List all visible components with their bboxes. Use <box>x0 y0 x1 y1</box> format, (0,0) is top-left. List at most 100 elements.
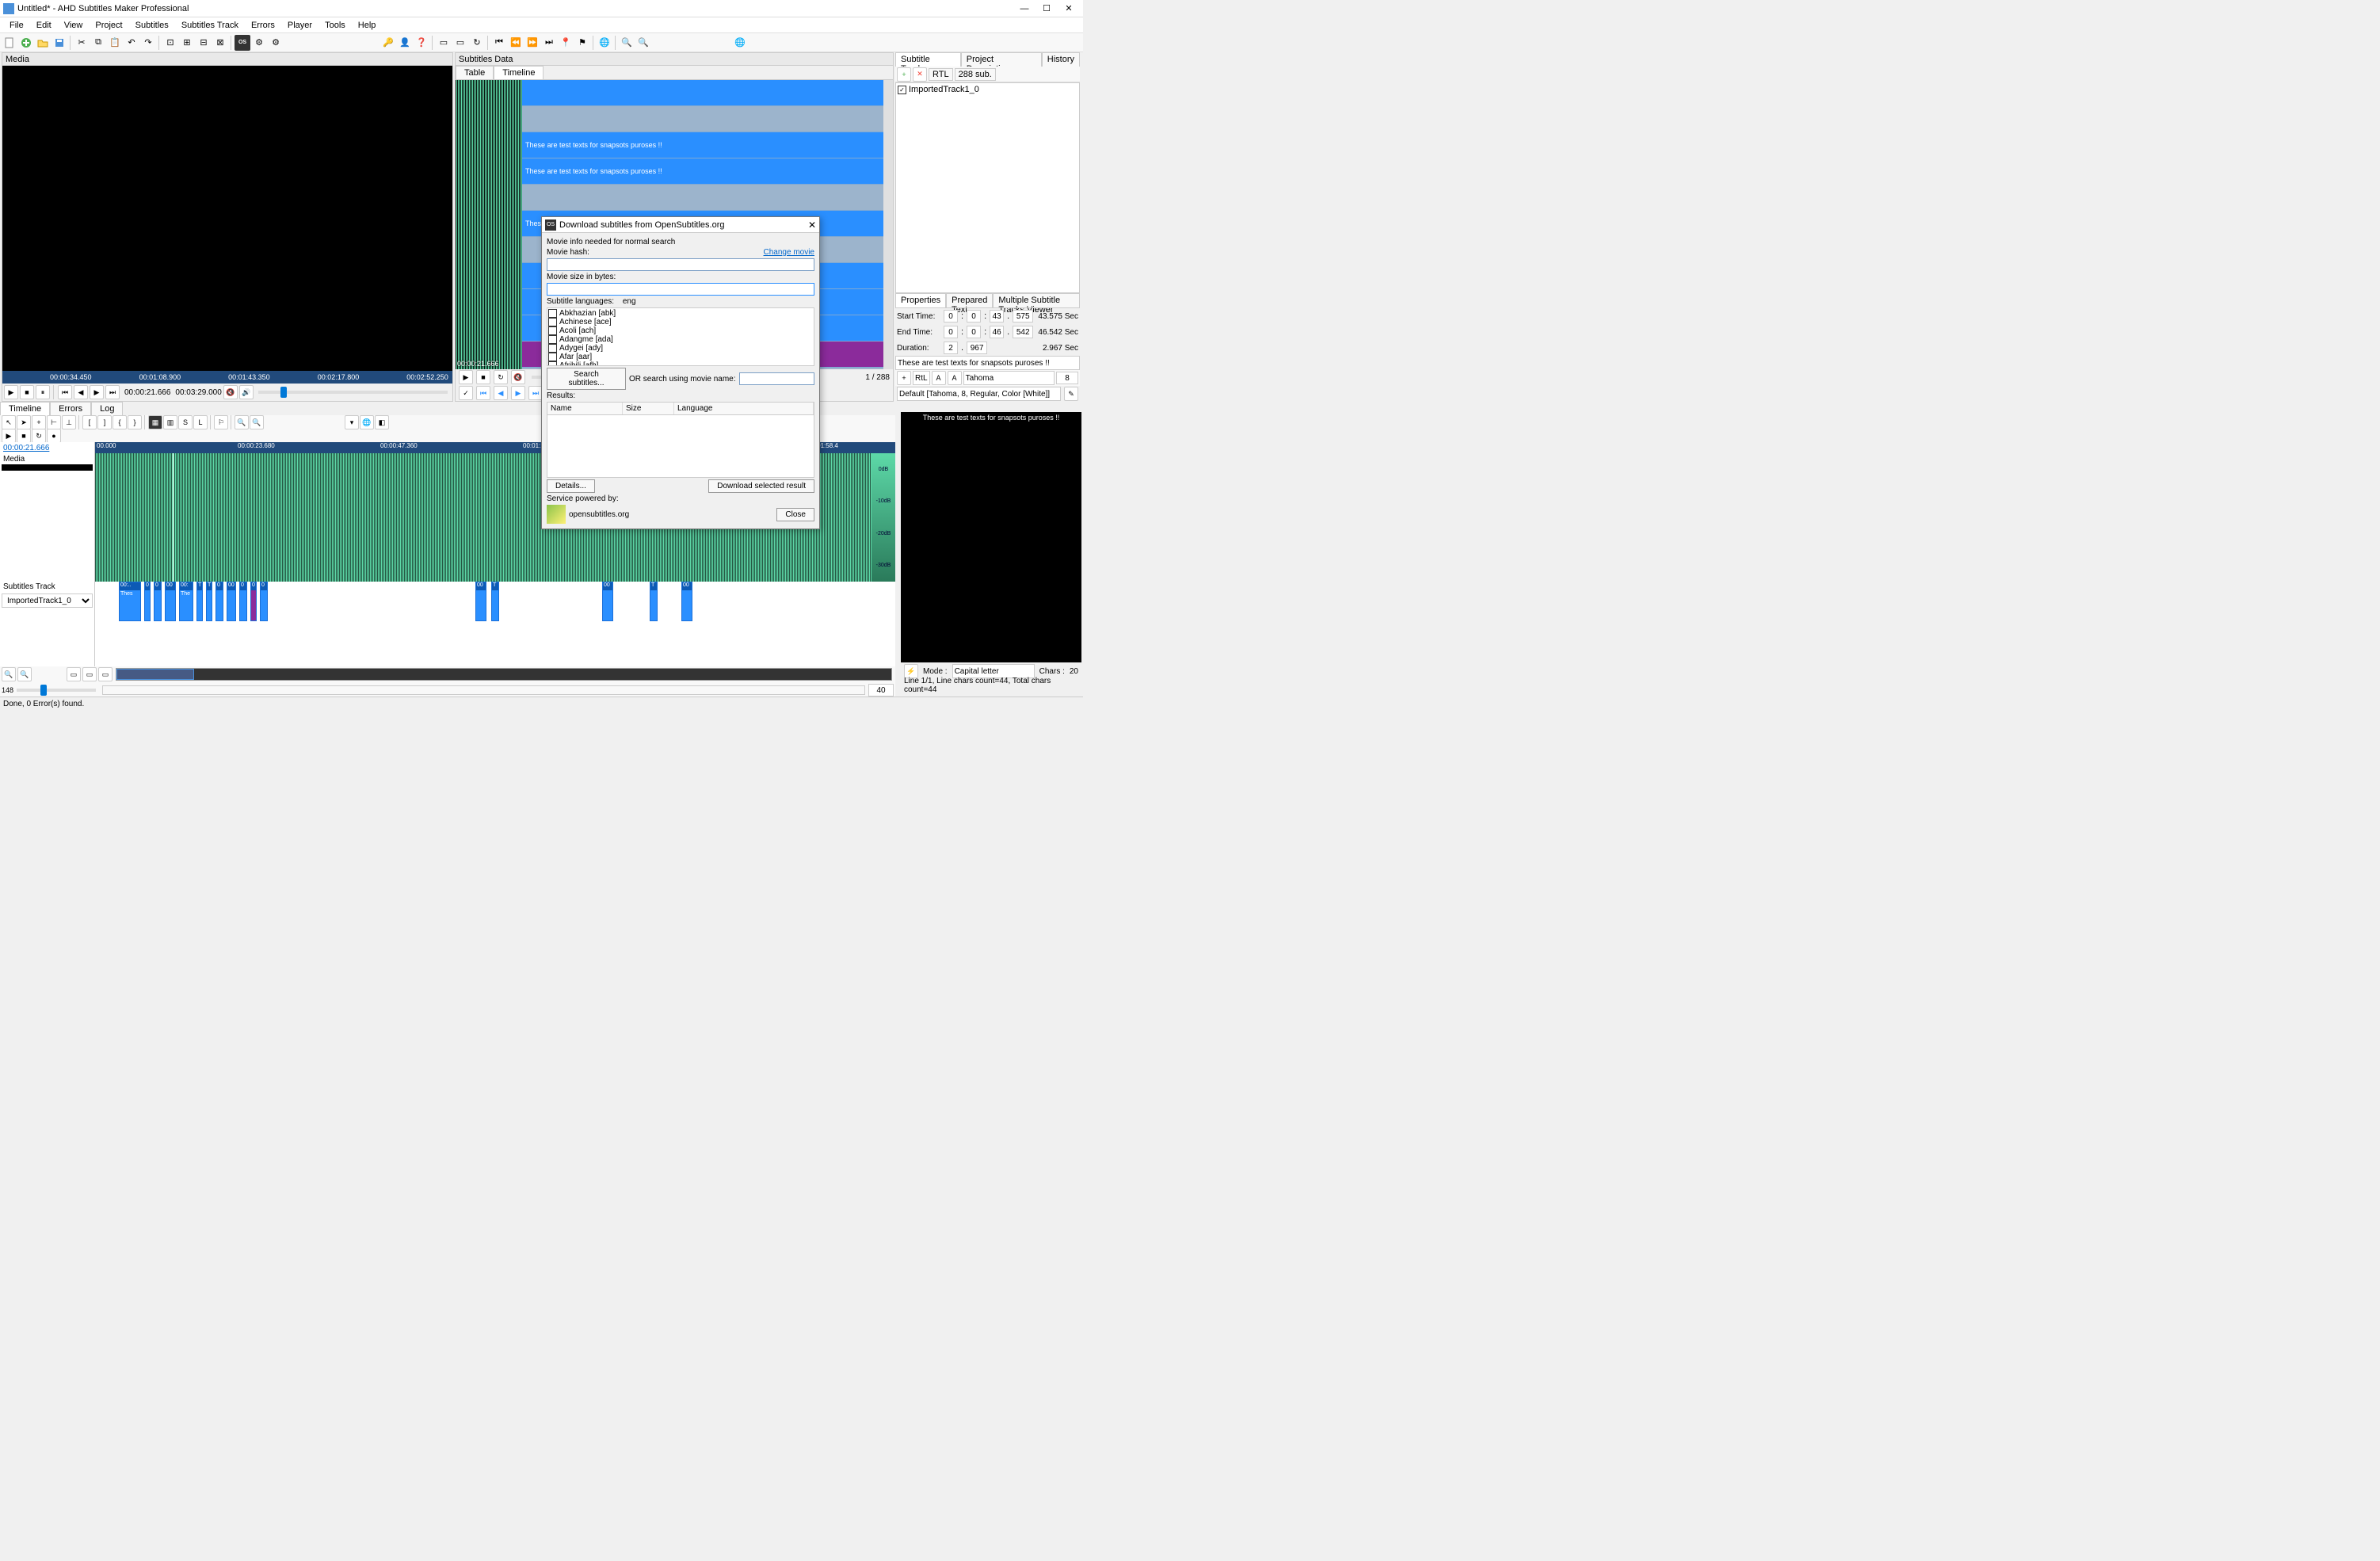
end-m[interactable] <box>967 326 981 338</box>
results-list[interactable]: Name Size Language <box>547 402 814 478</box>
tl-arrow-icon[interactable]: ➤ <box>17 415 31 429</box>
lang-checkbox[interactable] <box>548 326 557 335</box>
prev-icon[interactable]: ⏪ <box>508 35 524 51</box>
timeline-time-link[interactable]: 00:00:21.666 <box>0 442 94 454</box>
tl-s-icon[interactable]: S <box>178 415 193 429</box>
tab-table[interactable]: Table <box>456 66 494 79</box>
subtitle-text-field[interactable] <box>895 356 1080 370</box>
subtitle-row[interactable]: These are test texts for snapsots purose… <box>522 132 883 158</box>
lang-item[interactable]: Afrihili [afh] <box>548 361 813 366</box>
minimize-button[interactable]: — <box>1013 1 1036 17</box>
menu-player[interactable]: Player <box>281 19 318 32</box>
tl-zoomin-icon[interactable]: 🔍 <box>235 415 249 429</box>
tl-loop-icon[interactable]: ↻ <box>32 429 46 443</box>
font-a2-icon[interactable]: A <box>948 371 962 385</box>
add-icon[interactable] <box>18 35 34 51</box>
tl-sub-block[interactable]: T <box>196 582 203 621</box>
panel2-icon[interactable]: ▭ <box>452 35 468 51</box>
tool3-icon[interactable]: ⊟ <box>196 35 212 51</box>
tl-splith-icon[interactable]: ⊢ <box>47 415 61 429</box>
lang-item[interactable]: Acoli [ach] <box>548 326 813 335</box>
media-video[interactable] <box>2 66 452 371</box>
dialog-titlebar[interactable]: OS Download subtitles from OpenSubtitles… <box>542 217 819 233</box>
key-icon[interactable]: 🔑 <box>380 35 396 51</box>
nav-first-icon[interactable]: ⏮ <box>476 386 490 400</box>
start-h[interactable] <box>944 310 958 323</box>
tl-cursor-icon[interactable]: ↖ <box>2 415 16 429</box>
tl-sub-block[interactable]: 00 <box>227 582 236 621</box>
check-icon[interactable]: ✓ <box>459 386 473 400</box>
tl-sub-block[interactable]: 0 <box>215 582 223 621</box>
lang-checkbox[interactable] <box>548 361 557 366</box>
tl-mark-icon[interactable]: ⚐ <box>214 415 228 429</box>
opensubtitles-logo[interactable]: opensubtitles.org <box>547 505 629 524</box>
tl-sub-block[interactable]: 00:The <box>179 582 193 621</box>
timeline-subtitle-track[interactable]: 00:..Thes 0 0 00 00:The T T 0 00 0 0 0 0… <box>95 582 895 629</box>
start-ms[interactable] <box>1013 310 1033 323</box>
subtitle-row[interactable] <box>522 80 883 106</box>
paste-icon[interactable]: 📋 <box>107 35 123 51</box>
save-icon[interactable] <box>51 35 67 51</box>
tab-properties[interactable]: Properties <box>895 293 946 307</box>
movie-name-input[interactable] <box>739 372 814 385</box>
stop-button[interactable]: ■ <box>20 385 34 399</box>
tl-track-select[interactable]: ImportedTrack1_0 <box>2 593 93 608</box>
tl-splitv-icon[interactable]: ⊥ <box>62 415 76 429</box>
sb-play-icon[interactable]: ▶ <box>459 370 473 384</box>
back-button[interactable]: ◀ <box>74 385 88 399</box>
search-subtitles-button[interactable]: Search subtitles... <box>547 368 626 390</box>
hash-input[interactable] <box>547 258 814 271</box>
rtl-label[interactable]: RTL <box>929 68 953 81</box>
play2-button[interactable]: ▶ <box>90 385 104 399</box>
sb-stop-icon[interactable]: ■ <box>476 370 490 384</box>
redo-icon[interactable]: ↷ <box>140 35 156 51</box>
style-edit-icon[interactable]: ✎ <box>1064 387 1078 401</box>
fwd-button[interactable]: ⏭ <box>105 385 120 399</box>
tl-sub-block[interactable]: 00 <box>681 582 692 621</box>
playhead-marker[interactable] <box>173 453 174 582</box>
font-select[interactable]: Tahoma <box>963 371 1055 385</box>
sb-mute-icon[interactable]: 🔇 <box>511 370 525 384</box>
tl-b1-icon[interactable]: ▭ <box>67 667 81 681</box>
lang-item[interactable]: Adygei [ady] <box>548 344 813 353</box>
menu-file[interactable]: File <box>3 19 30 32</box>
size-input[interactable] <box>547 283 814 296</box>
undo-icon[interactable]: ↶ <box>124 35 139 51</box>
menu-project[interactable]: Project <box>89 19 128 32</box>
download-button[interactable]: Download selected result <box>708 479 814 493</box>
zoom-out-icon[interactable]: 🔍 <box>635 35 651 51</box>
lang-checkbox[interactable] <box>548 335 557 344</box>
lang-checkbox[interactable] <box>548 344 557 353</box>
start-s[interactable] <box>990 310 1004 323</box>
tl-sub-block[interactable]: 0 <box>144 582 151 621</box>
dur-ms[interactable] <box>967 342 987 354</box>
tab-project-description[interactable]: Project Description <box>961 52 1042 67</box>
subtitle-row[interactable]: These are test texts for snapsots purose… <box>522 158 883 185</box>
tl-cube-icon[interactable]: ◧ <box>375 415 389 429</box>
close-button[interactable]: ✕ <box>1058 1 1080 17</box>
h-scrollbar[interactable] <box>102 685 865 695</box>
tool5-icon[interactable]: ⚙ <box>251 35 267 51</box>
tab-subtitle-tracks[interactable]: Subtitle Tracks <box>895 52 961 67</box>
panel1-icon[interactable]: ▭ <box>436 35 452 51</box>
rtl-toggle[interactable]: RtL <box>913 371 930 385</box>
next-icon[interactable]: ⏩ <box>524 35 540 51</box>
tl-sub-block[interactable]: T <box>491 582 499 621</box>
details-button[interactable]: Details... <box>547 479 595 493</box>
subtitle-row[interactable] <box>522 106 883 132</box>
lang-checkbox[interactable] <box>548 309 557 318</box>
tab-errors[interactable]: Errors <box>50 402 91 415</box>
tab-multi-viewer[interactable]: Multiple Subtitle Tracks Viewer <box>993 293 1080 307</box>
col-name[interactable]: Name <box>547 403 623 414</box>
tl-sub-block[interactable]: 0 <box>260 582 268 621</box>
tl-grid-icon[interactable]: ▦ <box>148 415 162 429</box>
menu-subtitles[interactable]: Subtitles <box>129 19 175 32</box>
tl-rec-icon[interactable]: ● <box>47 429 61 443</box>
track-checkbox[interactable]: ✓ <box>898 86 906 94</box>
tl-stop-icon[interactable]: ■ <box>17 429 31 443</box>
menu-help[interactable]: Help <box>352 19 383 32</box>
vol-button[interactable]: 🔊 <box>239 385 254 399</box>
nav-prev-icon[interactable]: ◀ <box>494 386 508 400</box>
close-dialog-button[interactable]: Close <box>776 508 814 521</box>
globe-icon[interactable]: 🌐 <box>732 35 748 51</box>
